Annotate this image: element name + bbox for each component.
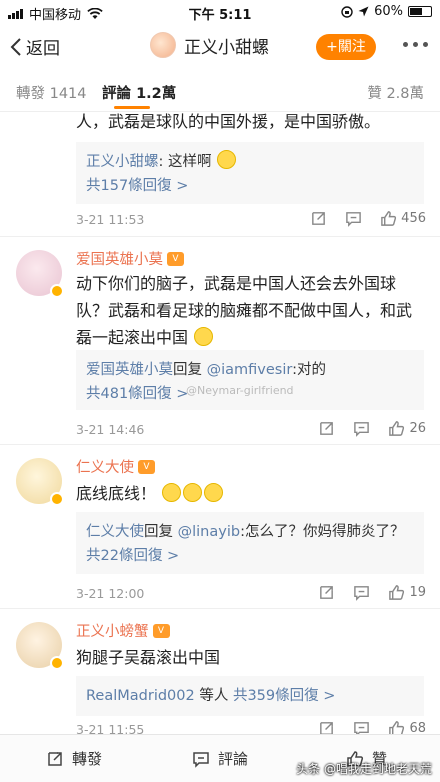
back-label: 返回 — [26, 39, 60, 59]
nav-profile[interactable]: 正义小甜螺 — [150, 32, 269, 58]
comment-time: 3-21 11:53 — [76, 212, 145, 227]
verified-badge-icon — [50, 284, 64, 298]
share-icon[interactable] — [318, 584, 335, 601]
image-watermark: @Neymar-girlfriend — [186, 384, 294, 397]
reply-action: 回复 — [173, 362, 202, 378]
grin-emoji-icon — [162, 483, 182, 502]
comment-footer: 3-21 12:00 19 — [76, 584, 426, 604]
comment-time: 3-21 12:00 — [76, 586, 145, 601]
reply-more-link[interactable]: 共157條回復 > — [86, 174, 414, 198]
verified-badge-icon — [50, 492, 64, 506]
vip-badge-icon: V — [138, 459, 155, 474]
reply-action: 回复 — [144, 524, 173, 540]
reply-text: :怎么了？你妈得肺炎了？ — [240, 524, 405, 540]
reply-more-link[interactable]: 共22條回復 > — [86, 544, 414, 568]
comment-text: 底线底线！ — [76, 480, 416, 507]
divider — [0, 608, 440, 609]
tab-likes[interactable]: 贊 2.8萬 — [367, 82, 424, 103]
status-bar: 中国移动 下午 5:11 60% — [0, 0, 440, 24]
vip-badge-icon: V — [167, 251, 184, 266]
like-button[interactable]: 26 — [388, 420, 426, 437]
comment-icon[interactable] — [353, 584, 370, 601]
like-button[interactable]: 456 — [380, 210, 426, 227]
battery-fill — [410, 8, 422, 15]
comment-icon[interactable] — [345, 210, 362, 227]
repost-button[interactable]: 轉發 — [46, 748, 102, 769]
thumbs-up-icon — [389, 585, 405, 600]
reply-author[interactable]: 正义小甜螺 — [86, 154, 159, 170]
reply-mention[interactable]: @linayib — [178, 524, 240, 540]
vip-badge-icon: V — [152, 623, 170, 638]
follow-button[interactable]: +關注 — [316, 34, 376, 60]
page-title: 正义小甜螺 — [184, 37, 269, 58]
back-button[interactable]: 返回 — [10, 34, 60, 59]
more-icon[interactable] — [403, 42, 428, 47]
comment-icon — [193, 751, 209, 768]
comment-author[interactable]: 仁义大使 V — [76, 456, 155, 477]
reply-mention[interactable]: @iamfivesir — [207, 362, 292, 378]
reply-box[interactable]: 仁义大使回复 @linayib:怎么了？你妈得肺炎了？ 共22條回復 > — [76, 512, 424, 574]
share-icon[interactable] — [318, 420, 335, 437]
lock-rotation-icon — [341, 5, 353, 18]
repost-icon — [48, 751, 62, 766]
reply-box[interactable]: 爱国英雄小莫回复 @iamfivesir:对的 共481條回復 > — [76, 350, 424, 410]
reply-text: :对的 — [292, 362, 326, 378]
reply-box[interactable]: 正义小甜螺: 这样啊 共157條回復 > — [76, 142, 424, 204]
grin-emoji-icon — [204, 483, 224, 502]
reply-box[interactable]: RealMadrid002 等人 共359條回復 > — [76, 676, 424, 716]
smile-emoji-icon — [194, 327, 214, 346]
avatar[interactable] — [16, 458, 64, 506]
comment-text: 动下你们的脑子，武磊是中国人还会去外国球队？武磊和看足球的脑瘫都不配做中国人，和… — [76, 274, 413, 347]
comment-footer: 3-21 14:46 26 — [76, 420, 426, 440]
comment-author[interactable]: 爱国英雄小莫 V — [76, 248, 184, 269]
reply-author[interactable]: 爱国英雄小莫 — [86, 362, 173, 378]
nav-bar: 返回 正义小甜螺 +關注 — [0, 24, 440, 68]
comment-author[interactable]: 正义小螃蟹 V — [76, 620, 170, 641]
battery-percent: 60% — [374, 4, 403, 19]
like-count: 19 — [409, 585, 426, 600]
comment-text: 人，武磊是球队的中国外援，是中国骄傲。 — [76, 112, 381, 131]
avatar[interactable] — [16, 622, 64, 670]
battery-icon — [408, 6, 432, 17]
emoji-icon — [217, 150, 237, 169]
divider — [0, 236, 440, 237]
like-count: 26 — [409, 421, 426, 436]
reply-line: 正义小甜螺: 这样啊 — [86, 150, 414, 174]
tab-bar: 轉發 1414 評論 1.2萬 贊 2.8萬 — [0, 68, 440, 112]
reply-author[interactable]: 仁义大使 — [86, 524, 144, 540]
reply-line: 仁义大使回复 @linayib:怎么了？你妈得肺炎了？ — [86, 520, 414, 544]
verified-badge-icon — [50, 656, 64, 670]
reply-line: RealMadrid002 等人 共359條回復 > — [86, 684, 414, 708]
tab-repost[interactable]: 轉發 1414 — [16, 82, 87, 103]
avatar — [150, 32, 176, 58]
comment-button[interactable]: 評論 — [192, 748, 248, 769]
chevron-left-icon — [10, 37, 21, 56]
like-button[interactable]: 19 — [388, 584, 426, 601]
reply-text: : 这样啊 — [158, 154, 212, 170]
tab-comments[interactable]: 評論 1.2萬 — [102, 82, 176, 103]
status-right: 60% — [341, 4, 432, 19]
reply-text: 等人 — [194, 688, 233, 704]
thumbs-up-icon — [389, 421, 405, 436]
reply-line: 爱国英雄小莫回复 @iamfivesir:对的 — [86, 358, 414, 382]
like-count: 456 — [401, 211, 426, 226]
share-icon[interactable] — [310, 210, 327, 227]
thumbs-up-icon — [381, 211, 397, 226]
source-watermark: 头条 @唱我走到地老天荒 — [296, 762, 432, 776]
comment-text: 狗腿子吴磊滚出中国 — [76, 648, 221, 667]
divider — [0, 444, 440, 445]
location-icon — [358, 6, 369, 17]
avatar[interactable] — [16, 250, 64, 298]
comment-time: 3-21 14:46 — [76, 422, 145, 437]
reply-more-link[interactable]: 共359條回復 > — [233, 688, 335, 704]
comment-icon[interactable] — [353, 420, 370, 437]
comment-footer: 3-21 11:53 456 — [76, 210, 426, 230]
grin-emoji-icon — [183, 483, 203, 502]
reply-author[interactable]: RealMadrid002 — [86, 688, 195, 704]
